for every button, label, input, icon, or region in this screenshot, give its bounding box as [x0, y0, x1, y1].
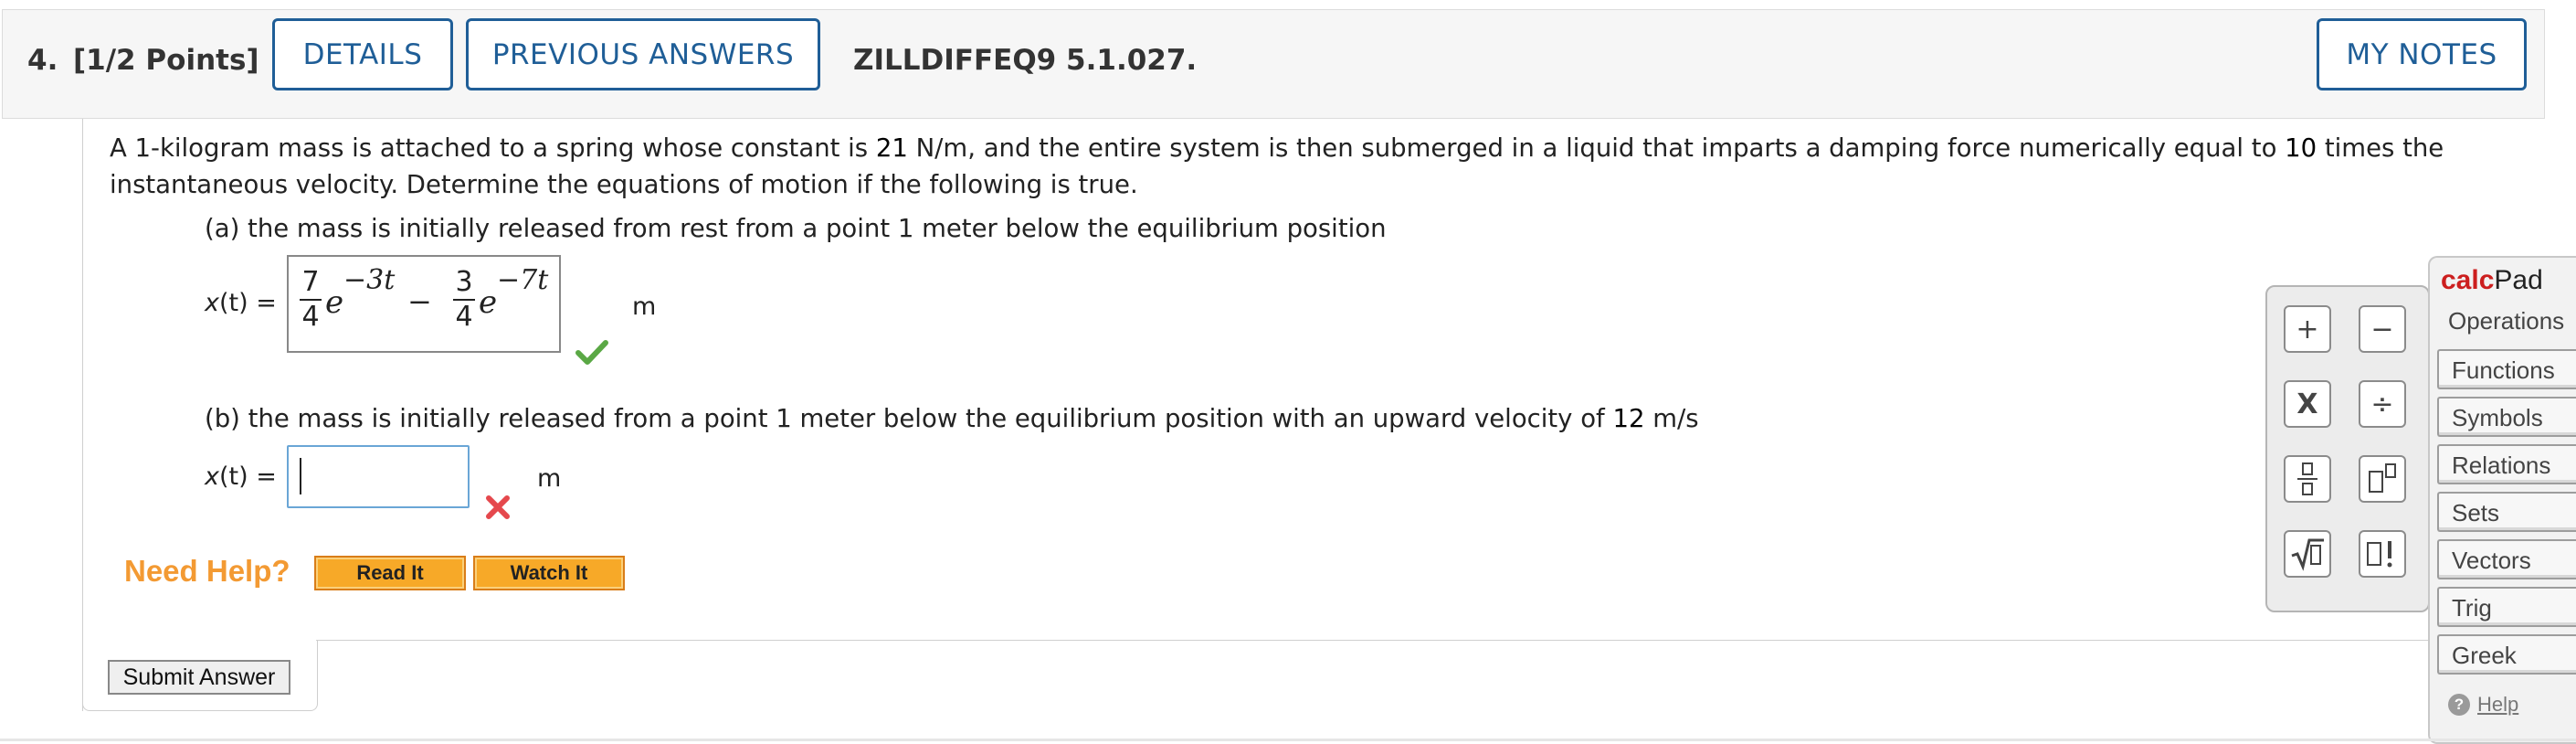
calcpad-vectors-tab[interactable]: Vectors [2437, 539, 2576, 579]
t-arg: (t) = [218, 289, 277, 317]
problem-text-2: N/m, and the entire system is then subme… [907, 133, 2286, 163]
fraction-1-numerator: 7 [300, 268, 322, 301]
calcpad-operations-tab[interactable]: Operations [2448, 307, 2564, 335]
part-a-label: x(t) = [205, 289, 277, 317]
part-b-prompt: (b) the mass is initially released from … [205, 404, 1699, 433]
divider [316, 640, 2545, 641]
part-b-unit-text: m/s [1644, 404, 1699, 433]
sqrt-key[interactable] [2284, 530, 2331, 578]
fraction-key[interactable] [2284, 455, 2331, 503]
fraction-2-denominator: 4 [455, 301, 473, 333]
x-var: x [205, 289, 219, 317]
part-b-answer-input[interactable] [287, 445, 470, 508]
previous-answers-button[interactable]: PREVIOUS ANSWERS [466, 18, 820, 90]
fraction-1: 7 4 [300, 268, 322, 332]
factorial-icon [2367, 541, 2392, 568]
multiply-key[interactable]: X [2284, 380, 2331, 428]
sqrt-icon [2291, 538, 2324, 571]
problem-text-1: A 1-kilogram mass is attached to a sprin… [110, 133, 876, 163]
calcpad-symbols-tab[interactable]: Symbols [2437, 397, 2576, 437]
calcpad-sets-tab[interactable]: Sets [2437, 492, 2576, 532]
exp-base-2: e [479, 284, 498, 321]
part-b-label: x(t) = [205, 462, 277, 491]
fraction-2-numerator: 3 [453, 268, 475, 301]
check-icon [575, 340, 608, 365]
bottom-divider [0, 739, 2576, 741]
cross-icon [486, 495, 510, 519]
part-b-unit: m [537, 464, 562, 493]
problem-statement: A 1-kilogram mass is attached to a sprin… [110, 130, 2521, 203]
fraction-1-denominator: 4 [301, 301, 320, 333]
plus-key[interactable]: + [2284, 305, 2331, 353]
exponent-1: −3t [343, 264, 396, 296]
submit-answer-button[interactable]: Submit Answer [108, 660, 290, 695]
calcpad-title-calc: calc [2441, 265, 2495, 295]
calcpad-trig-tab[interactable]: Trig [2437, 587, 2576, 627]
calcpad-greek-tab[interactable]: Greek [2437, 634, 2576, 675]
factorial-key[interactable] [2359, 530, 2406, 578]
my-notes-button[interactable]: MY NOTES [2317, 18, 2527, 90]
read-it-button[interactable]: Read It [314, 556, 466, 590]
exponent-key[interactable] [2359, 455, 2406, 503]
question-id: ZILLDIFFEQ9 5.1.027. [853, 44, 1198, 77]
part-a-unit: m [632, 292, 657, 321]
part-a-answer-box[interactable]: 7 4 e −3t − 3 4 e −7t [287, 255, 561, 353]
points-label: [1/2 Points] [73, 44, 259, 77]
text-caret [300, 458, 301, 494]
exponent-2: −7t [497, 264, 549, 296]
calcpad-relations-tab[interactable]: Relations [2437, 444, 2576, 484]
spring-constant-value: 21 [875, 133, 908, 163]
calcpad-functions-tab[interactable]: Functions [2437, 349, 2576, 389]
exp-base-1: e [325, 284, 344, 321]
calcpad-title-pad: Pad [2494, 265, 2543, 295]
details-button[interactable]: DETAILS [272, 18, 453, 90]
divide-key[interactable]: ÷ [2359, 380, 2406, 428]
calcpad-keys-panel: + − X ÷ [2265, 285, 2430, 612]
need-help-label: Need Help? [124, 554, 290, 588]
x-var: x [205, 462, 219, 491]
minus-key[interactable]: − [2359, 305, 2406, 353]
calcpad-help-link[interactable]: ? Help [2448, 693, 2518, 717]
part-a-prompt: (a) the mass is initially released from … [205, 214, 1387, 243]
help-icon: ? [2448, 694, 2470, 716]
exponent-icon [2369, 463, 2396, 493]
minus-sign: − [407, 284, 432, 319]
velocity-value: 12 [1612, 404, 1645, 433]
calcpad-help-label: Help [2477, 693, 2519, 716]
fraction-2: 3 4 [453, 268, 475, 332]
fraction-icon [2297, 462, 2317, 495]
calcpad-title: calcPad [2441, 265, 2543, 296]
watch-it-button[interactable]: Watch It [473, 556, 625, 590]
part-b-prompt-text: (b) the mass is initially released from … [205, 404, 1613, 433]
t-arg: (t) = [218, 462, 277, 491]
damping-value: 10 [2285, 133, 2317, 163]
question-number: 4. [27, 44, 58, 77]
